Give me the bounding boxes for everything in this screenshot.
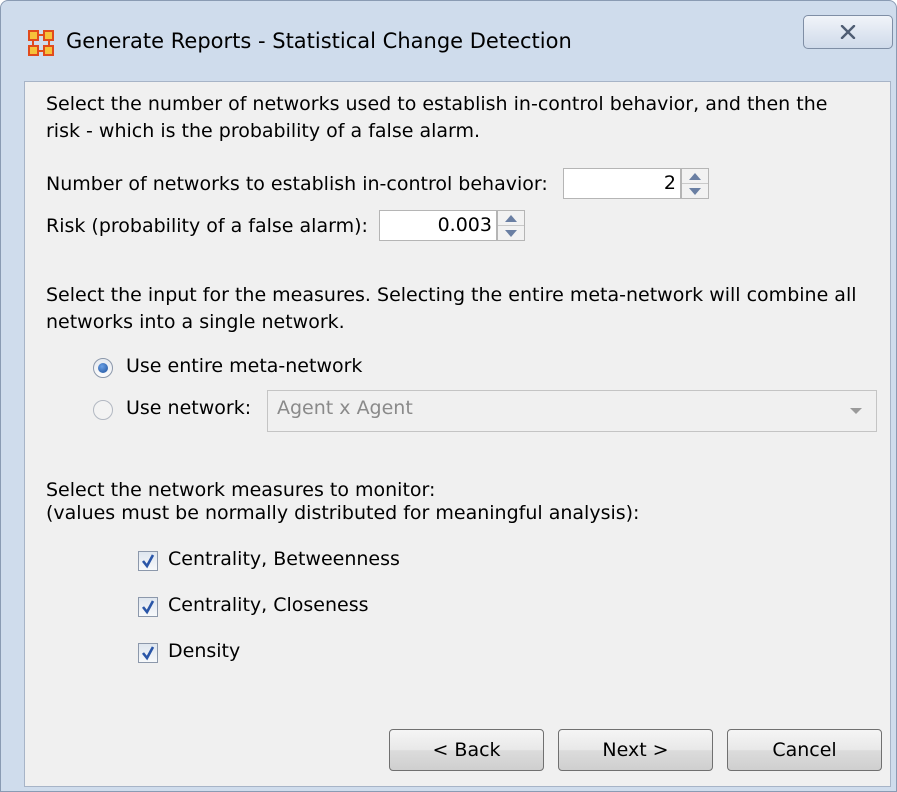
network-select[interactable]: Agent x Agent	[267, 390, 877, 432]
measure-label-centrality-closeness[interactable]: Centrality, Closeness	[168, 594, 369, 616]
measures-section-text-line2: (values must be normally distributed for…	[46, 502, 640, 524]
dialog-content: Select the number of networks used to es…	[24, 81, 891, 787]
arrow-down-icon	[505, 230, 517, 237]
next-button[interactable]: Next >	[558, 729, 713, 771]
arrow-down-icon	[689, 188, 701, 195]
dialog-window: Generate Reports - Statistical Change De…	[0, 0, 897, 792]
network-select-value: Agent x Agent	[277, 397, 413, 419]
window-title: Generate Reports - Statistical Change De…	[66, 29, 572, 53]
risk-input[interactable]: 0.003	[379, 210, 497, 241]
measure-label-centrality-betweenness[interactable]: Centrality, Betweenness	[168, 548, 400, 570]
risk-spin-up-button[interactable]	[498, 211, 524, 226]
checkbox-density[interactable]	[138, 643, 158, 663]
intro-text-line2: risk - which is the probability of a fal…	[46, 120, 481, 142]
radio-selected-dot	[98, 363, 108, 373]
intro-text-line1: Select the number of networks used to es…	[46, 93, 828, 115]
radio-use-network-label[interactable]: Use network:	[126, 397, 251, 419]
arrow-up-icon	[505, 214, 517, 222]
title-bar: Generate Reports - Statistical Change De…	[1, 1, 896, 81]
back-button[interactable]: < Back	[389, 729, 544, 771]
risk-spin-down-button[interactable]	[498, 226, 524, 241]
cancel-button[interactable]: Cancel	[727, 729, 882, 771]
radio-entire-meta-network[interactable]	[93, 358, 113, 378]
check-icon	[141, 646, 155, 661]
radio-entire-meta-network-label[interactable]: Use entire meta-network	[126, 355, 362, 377]
check-icon	[141, 554, 155, 569]
measures-section-text-line1: Select the network measures to monitor:	[46, 479, 436, 501]
networks-count-spinner[interactable]	[681, 168, 709, 199]
measure-label-density[interactable]: Density	[168, 640, 240, 662]
close-icon	[840, 25, 856, 39]
checkbox-centrality-closeness[interactable]	[138, 597, 158, 617]
radio-use-network[interactable]	[93, 400, 113, 420]
networks-count-label: Number of networks to establish in-contr…	[46, 173, 548, 195]
networks-spin-up-button[interactable]	[682, 169, 708, 184]
app-network-icon	[28, 30, 54, 56]
networks-count-input[interactable]: 2	[563, 168, 681, 199]
chevron-down-icon	[850, 408, 862, 414]
networks-spin-down-button[interactable]	[682, 184, 708, 199]
close-button[interactable]	[803, 15, 893, 49]
check-icon	[141, 600, 155, 615]
arrow-up-icon	[689, 172, 701, 180]
risk-label: Risk (probability of a false alarm):	[46, 215, 368, 237]
input-section-text-line2: networks into a single network.	[46, 311, 345, 333]
risk-spinner[interactable]	[497, 210, 525, 241]
checkbox-centrality-betweenness[interactable]	[138, 551, 158, 571]
input-section-text-line1: Select the input for the measures. Selec…	[46, 284, 857, 306]
